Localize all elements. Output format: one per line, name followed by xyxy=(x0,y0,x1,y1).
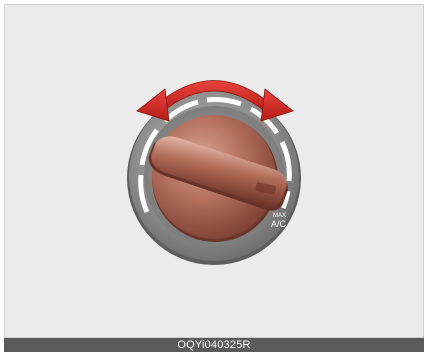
figure-caption: OQYi040325R xyxy=(4,338,424,352)
ac-label: A/C xyxy=(271,219,287,229)
figure-frame: MAX A/C xyxy=(4,4,424,338)
max-ac-label: MAX A/C xyxy=(271,213,287,229)
ac-control-dial-illustration: MAX A/C xyxy=(127,80,301,265)
